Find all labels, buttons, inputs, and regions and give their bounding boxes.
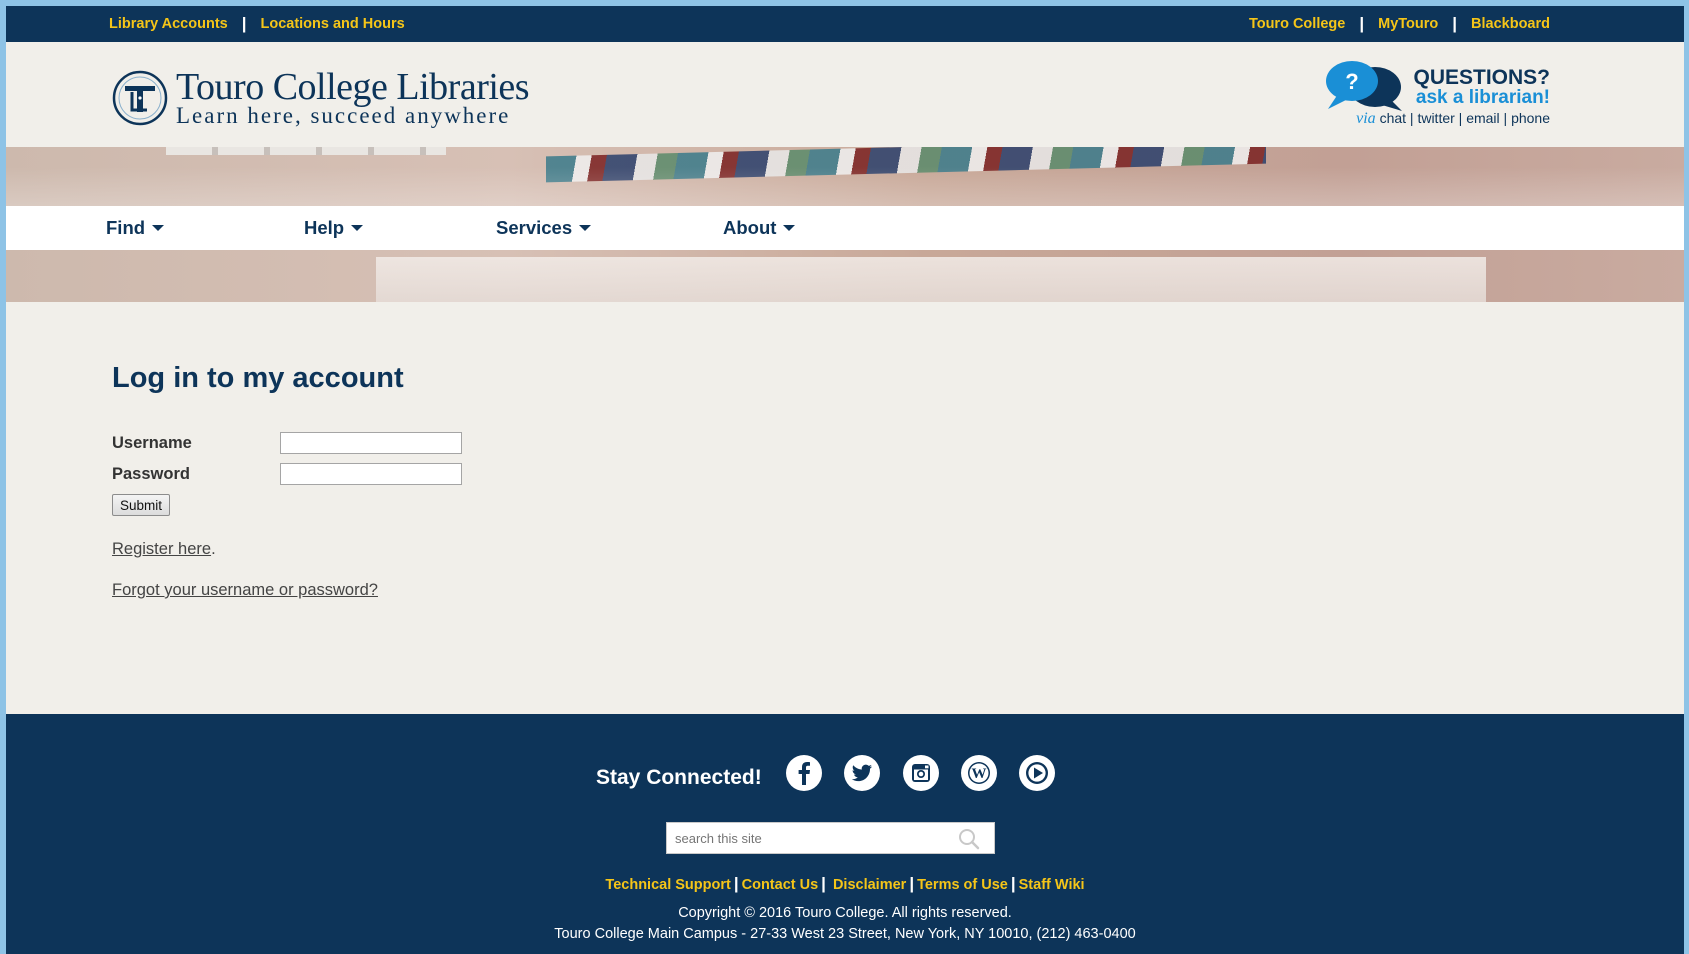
logo-text: Touro College Libraries Learn here, succ…	[176, 66, 530, 128]
via-label: via	[1356, 110, 1376, 127]
register-line: Register here.	[112, 540, 216, 559]
campus-address: Touro College Main Campus - 27-33 West 2…	[554, 926, 1136, 942]
ask-a-librarian[interactable]: ? QUESTIONS? ask a librarian! via chat |…	[1320, 59, 1550, 129]
username-row: Username	[112, 432, 512, 454]
touro-college-link[interactable]: Touro College	[1249, 16, 1345, 32]
separator: |	[821, 874, 826, 893]
ask-librarian-text: ask a librarian!	[1415, 87, 1550, 108]
caret-down-icon	[579, 225, 592, 231]
caret-down-icon	[783, 225, 796, 231]
register-suffix: .	[211, 540, 216, 558]
separator: |	[1359, 14, 1365, 33]
contact-channels: via chat | twitter | email | phone	[1356, 111, 1550, 127]
forgot-credentials-link[interactable]: Forgot your username or password?	[112, 581, 378, 599]
stay-connected-label: Stay Connected!	[596, 766, 762, 789]
nav-services[interactable]: Services	[496, 206, 592, 250]
nav-find-label: Find	[106, 217, 146, 238]
site-header: Touro College Libraries Learn here, succ…	[6, 42, 1684, 147]
page-title: Log in to my account	[112, 362, 404, 394]
utility-bar: Library Accounts | Locations and Hours T…	[6, 6, 1684, 42]
logo-title: Touro College Libraries	[176, 66, 530, 108]
contact-us-link[interactable]: Contact Us	[742, 877, 819, 893]
nav-help-label: Help	[304, 217, 345, 238]
separator: |	[1452, 14, 1458, 33]
mytouro-link[interactable]: MyTouro	[1378, 16, 1438, 32]
nav-find[interactable]: Find	[106, 206, 165, 250]
terms-of-use-link[interactable]: Terms of Use	[917, 877, 1008, 893]
nav-about[interactable]: About	[723, 206, 796, 250]
footer-links: Technical Support | Contact Us | Disclaimer…	[6, 874, 1684, 894]
youtube-icon[interactable]	[1018, 754, 1056, 792]
caret-down-icon	[152, 225, 165, 231]
blackboard-link[interactable]: Blackboard	[1471, 16, 1550, 32]
separator: |	[909, 874, 915, 893]
separator: |	[241, 14, 247, 33]
password-row: Password	[112, 463, 512, 485]
separator: |	[733, 874, 739, 893]
nav-about-label: About	[723, 217, 777, 238]
library-accounts-link[interactable]: Library Accounts	[109, 16, 228, 32]
site-logo[interactable]: Touro College Libraries Learn here, succ…	[112, 66, 530, 128]
username-label: Username	[112, 434, 192, 452]
password-label: Password	[112, 465, 190, 483]
banner-paper	[376, 257, 1486, 302]
search-input[interactable]	[667, 823, 947, 853]
instagram-icon[interactable]	[902, 754, 940, 792]
staff-wiki-link[interactable]: Staff Wiki	[1019, 877, 1085, 893]
utility-links-left: Library Accounts | Locations and Hours	[109, 6, 405, 42]
logo-tagline: Learn here, succeed anywhere	[176, 103, 511, 128]
wordpress-icon[interactable]: W	[960, 754, 998, 792]
disclaimer-link[interactable]: Disclaimer	[833, 877, 906, 893]
nav-services-label: Services	[496, 217, 573, 238]
banner-keyboard	[166, 147, 446, 155]
utility-links-right: Touro College | MyTouro | Blackboard	[1249, 6, 1550, 42]
page-frame: Library Accounts | Locations and Hours T…	[6, 6, 1684, 954]
register-link[interactable]: Register here	[112, 540, 211, 558]
main-nav: Find Help Services About	[6, 206, 1684, 250]
copyright-text: Copyright © 2016 Touro College. All righ…	[678, 905, 1012, 921]
channels-text: chat | twitter | email | phone	[1379, 110, 1550, 126]
submit-button[interactable]: Submit	[112, 494, 171, 516]
site-footer: Stay Connected! W search this site Techn…	[6, 714, 1684, 954]
locations-hours-link[interactable]: Locations and Hours	[260, 16, 404, 32]
forgot-line: Forgot your username or password?	[112, 581, 378, 600]
questions-heading: QUESTIONS?	[1413, 66, 1550, 89]
nav-help[interactable]: Help	[304, 206, 364, 250]
facebook-icon[interactable]	[785, 754, 823, 792]
twitter-icon[interactable]	[843, 754, 881, 792]
speech-bubbles-icon: ?	[1326, 61, 1402, 111]
caret-down-icon	[351, 225, 364, 231]
username-input[interactable]	[280, 432, 462, 454]
svg-text:W: W	[972, 766, 987, 782]
svg-text:?: ?	[1345, 69, 1358, 94]
banner-shade	[6, 167, 1684, 207]
touro-logo-icon	[112, 70, 168, 125]
separator: |	[1010, 874, 1016, 893]
site-search	[666, 822, 995, 854]
password-input[interactable]	[280, 463, 462, 485]
search-icon[interactable]	[958, 828, 980, 850]
technical-support-link[interactable]: Technical Support	[605, 877, 730, 893]
